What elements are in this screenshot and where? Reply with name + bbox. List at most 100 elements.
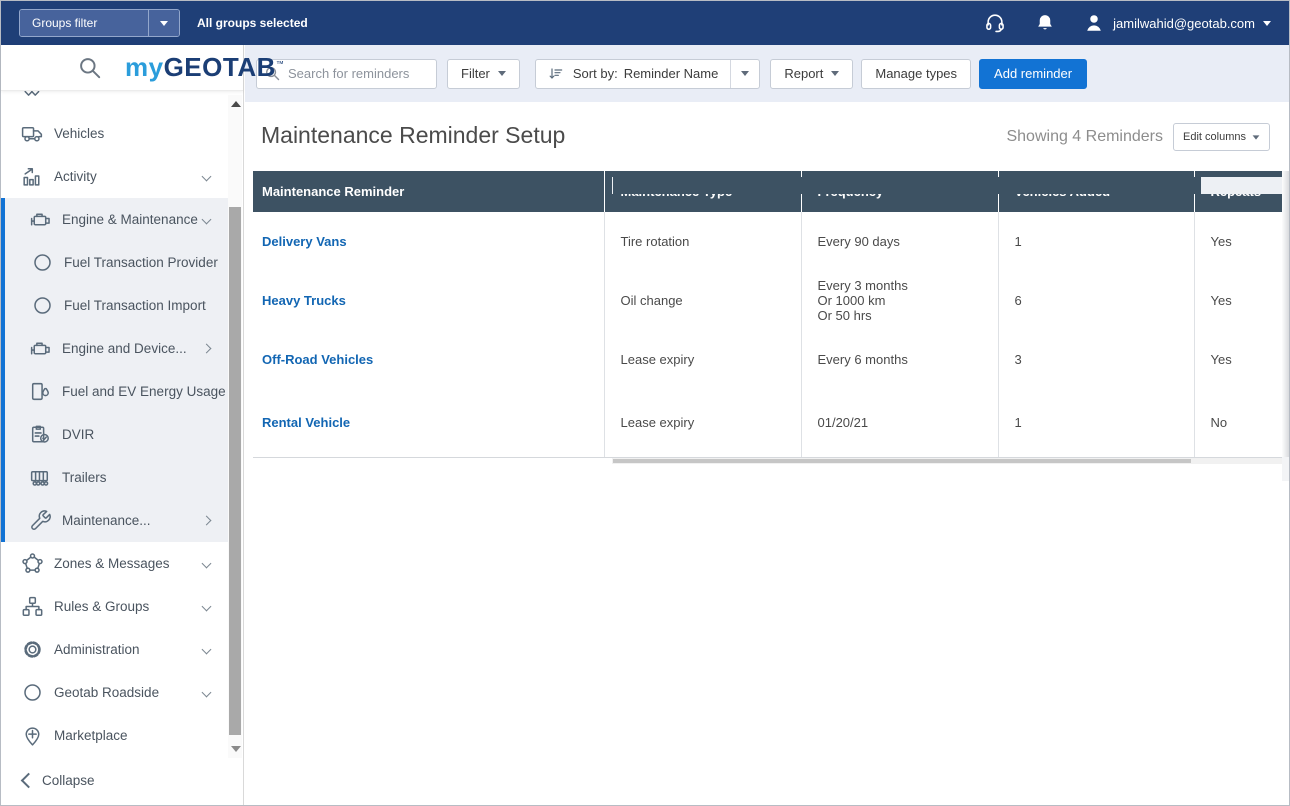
sort-button[interactable]: Sort by: Reminder Name — [536, 60, 730, 88]
zones-icon — [19, 551, 45, 577]
cell-vehicles-added: 1 — [998, 388, 1194, 457]
clipped-item-icon — [19, 91, 44, 102]
sidebar-item-engine-maintenance[interactable]: Engine & Maintenance — [1, 198, 228, 241]
table-row: Rental Vehicle Lease expiry01/20/211No — [253, 388, 1282, 457]
chevron-down-icon — [160, 21, 168, 26]
reminder-link[interactable]: Off-Road Vehicles — [262, 352, 373, 367]
reminders-table: Maintenance ReminderMaintenance TypeFreq… — [253, 171, 1282, 458]
groups-status-text: All groups selected — [197, 16, 308, 30]
app-logo[interactable]: myGEOTAB™ — [125, 52, 284, 83]
scrollbar-down-arrow[interactable] — [231, 746, 241, 752]
page-title: Maintenance Reminder Setup — [261, 122, 565, 149]
sidebar-item-fuel-transaction-provider[interactable]: Fuel Transaction Provider — [1, 241, 228, 284]
topbar-right: jamilwahid@geotab.com — [983, 11, 1271, 35]
fuel-pump-icon — [27, 379, 53, 405]
sidebar-scrollbar — [228, 95, 242, 758]
truck-icon — [19, 121, 45, 147]
sidebar-item-maintenance[interactable]: Maintenance... — [1, 499, 228, 542]
sidebar-item-vehicles[interactable]: Vehicles — [1, 112, 228, 155]
groups-filter-button[interactable]: Groups filter — [20, 10, 148, 36]
cell-frequency: Every 6 months — [801, 330, 998, 388]
sidebar-item-dvir[interactable]: DVIR — [1, 413, 228, 456]
chevron-down-icon — [741, 71, 749, 76]
reminder-link[interactable]: Heavy Trucks — [262, 293, 346, 308]
sidebar-item-engine-and-device[interactable]: Engine and Device... — [1, 327, 228, 370]
sidebar: myGEOTAB™ Vehicles Activity Engine & Mai… — [1, 45, 244, 805]
edit-columns-button[interactable]: Edit columns — [1173, 123, 1270, 151]
filter-button[interactable]: Filter — [447, 59, 520, 89]
sidebar-item-zones-messages[interactable]: Zones & Messages — [1, 542, 228, 585]
circle-icon — [19, 680, 45, 706]
sidebar-item-rules-groups[interactable]: Rules & Groups — [1, 585, 228, 628]
chevron-down-icon — [831, 71, 839, 76]
scrollbar-thumb[interactable] — [1282, 171, 1289, 457]
user-email: jamilwahid@geotab.com — [1113, 16, 1255, 31]
scrollbar-up-arrow[interactable] — [231, 101, 241, 107]
cell-frequency: Every 3 monthsOr 1000 kmOr 50 hrs — [801, 271, 998, 330]
table-vertical-scrollbar — [1282, 171, 1289, 481]
reminder-link[interactable]: Delivery Vans — [262, 234, 347, 249]
frequency-line: Every 6 months — [818, 352, 988, 367]
sidebar-item-marketplace[interactable]: Marketplace — [1, 714, 228, 757]
sidebar-item-clipped[interactable] — [1, 91, 228, 112]
frequency-line: Or 1000 km — [818, 293, 988, 308]
reminders-toolbar: Filter Sort by: Reminder Name Report Man… — [245, 45, 1289, 102]
cell-maintenance-type: Oil change — [604, 271, 801, 330]
chevron-down-icon — [202, 172, 212, 182]
header-right: Showing 4 Reminders Edit columns — [1006, 123, 1270, 151]
search-icon[interactable] — [77, 55, 103, 81]
cell-repeats: Yes — [1194, 330, 1282, 388]
groups-filter-caret-button[interactable] — [148, 10, 179, 36]
trailer-icon — [27, 465, 53, 491]
chevron-down-icon — [202, 645, 212, 655]
cell-maintenance-type: Lease expiry — [604, 388, 801, 457]
cell-maintenance-reminder: Rental Vehicle — [253, 388, 604, 457]
sidebar-item-activity[interactable]: Activity — [1, 155, 228, 198]
cell-maintenance-reminder: Heavy Trucks — [253, 271, 604, 330]
scrollbar-thumb[interactable] — [613, 177, 1201, 194]
table-row: Heavy Trucks Oil changeEvery 3 monthsOr 1… — [253, 271, 1282, 330]
cell-repeats: No — [1194, 388, 1282, 457]
user-menu[interactable]: jamilwahid@geotab.com — [1083, 12, 1271, 34]
cell-maintenance-reminder: Delivery Vans — [253, 212, 604, 271]
manage-types-button[interactable]: Manage types — [861, 59, 971, 89]
sidebar-collapse-button[interactable]: Collapse — [1, 761, 243, 799]
table-horizontal-scrollbar-dark — [612, 177, 1282, 194]
frequency-line: Or 50 hrs — [818, 308, 988, 323]
sort-icon — [548, 66, 564, 82]
cell-frequency: 01/20/21 — [801, 388, 998, 457]
sidebar-item-trailers[interactable]: Trailers — [1, 456, 228, 499]
engine-icon — [27, 336, 53, 362]
table-horizontal-scrollbar — [612, 458, 1282, 464]
sort-caret-button[interactable] — [730, 60, 759, 88]
sidebar-item-geotab-roadside[interactable]: Geotab Roadside — [1, 671, 228, 714]
chevron-down-icon — [1263, 21, 1271, 26]
scrollbar-thumb[interactable] — [613, 459, 1191, 463]
column-header-maintenance-reminder: Maintenance Reminder — [253, 171, 604, 212]
cell-maintenance-reminder: Off-Road Vehicles — [253, 330, 604, 388]
mygeotab-app: { "topbar": { "groups_filter_label": "Gr… — [0, 0, 1290, 806]
headset-icon[interactable] — [983, 11, 1007, 35]
frequency-line: Every 90 days — [818, 234, 988, 249]
chevron-down-icon — [202, 602, 212, 612]
cell-vehicles-added: 1 — [998, 212, 1194, 271]
bell-icon[interactable] — [1033, 11, 1057, 35]
clipboard-check-icon — [27, 422, 53, 448]
map-pin-icon — [19, 723, 45, 749]
reminders-table-wrap: Maintenance ReminderMaintenance TypeFreq… — [253, 171, 1282, 458]
cell-vehicles-added: 3 — [998, 330, 1194, 388]
sidebar-item-fuel-transaction-import[interactable]: Fuel Transaction Import — [1, 284, 228, 327]
sidebar-item-fuel-and-ev-energy-usage[interactable]: Fuel and EV Energy Usage — [1, 370, 228, 413]
sidebar-logo-row: myGEOTAB™ — [1, 45, 243, 91]
chevron-down-icon — [1253, 135, 1260, 139]
chevron-right-icon — [202, 516, 212, 526]
groups-filter-label: Groups filter — [32, 16, 97, 30]
report-button[interactable]: Report — [770, 59, 853, 89]
sidebar-item-administration[interactable]: Administration — [1, 628, 228, 671]
add-reminder-button[interactable]: Add reminder — [979, 59, 1087, 89]
chevron-down-icon — [498, 71, 506, 76]
reminder-link[interactable]: Rental Vehicle — [262, 415, 350, 430]
chevron-right-icon — [202, 344, 212, 354]
scrollbar-thumb[interactable] — [229, 207, 241, 735]
chevron-down-icon — [202, 559, 212, 569]
